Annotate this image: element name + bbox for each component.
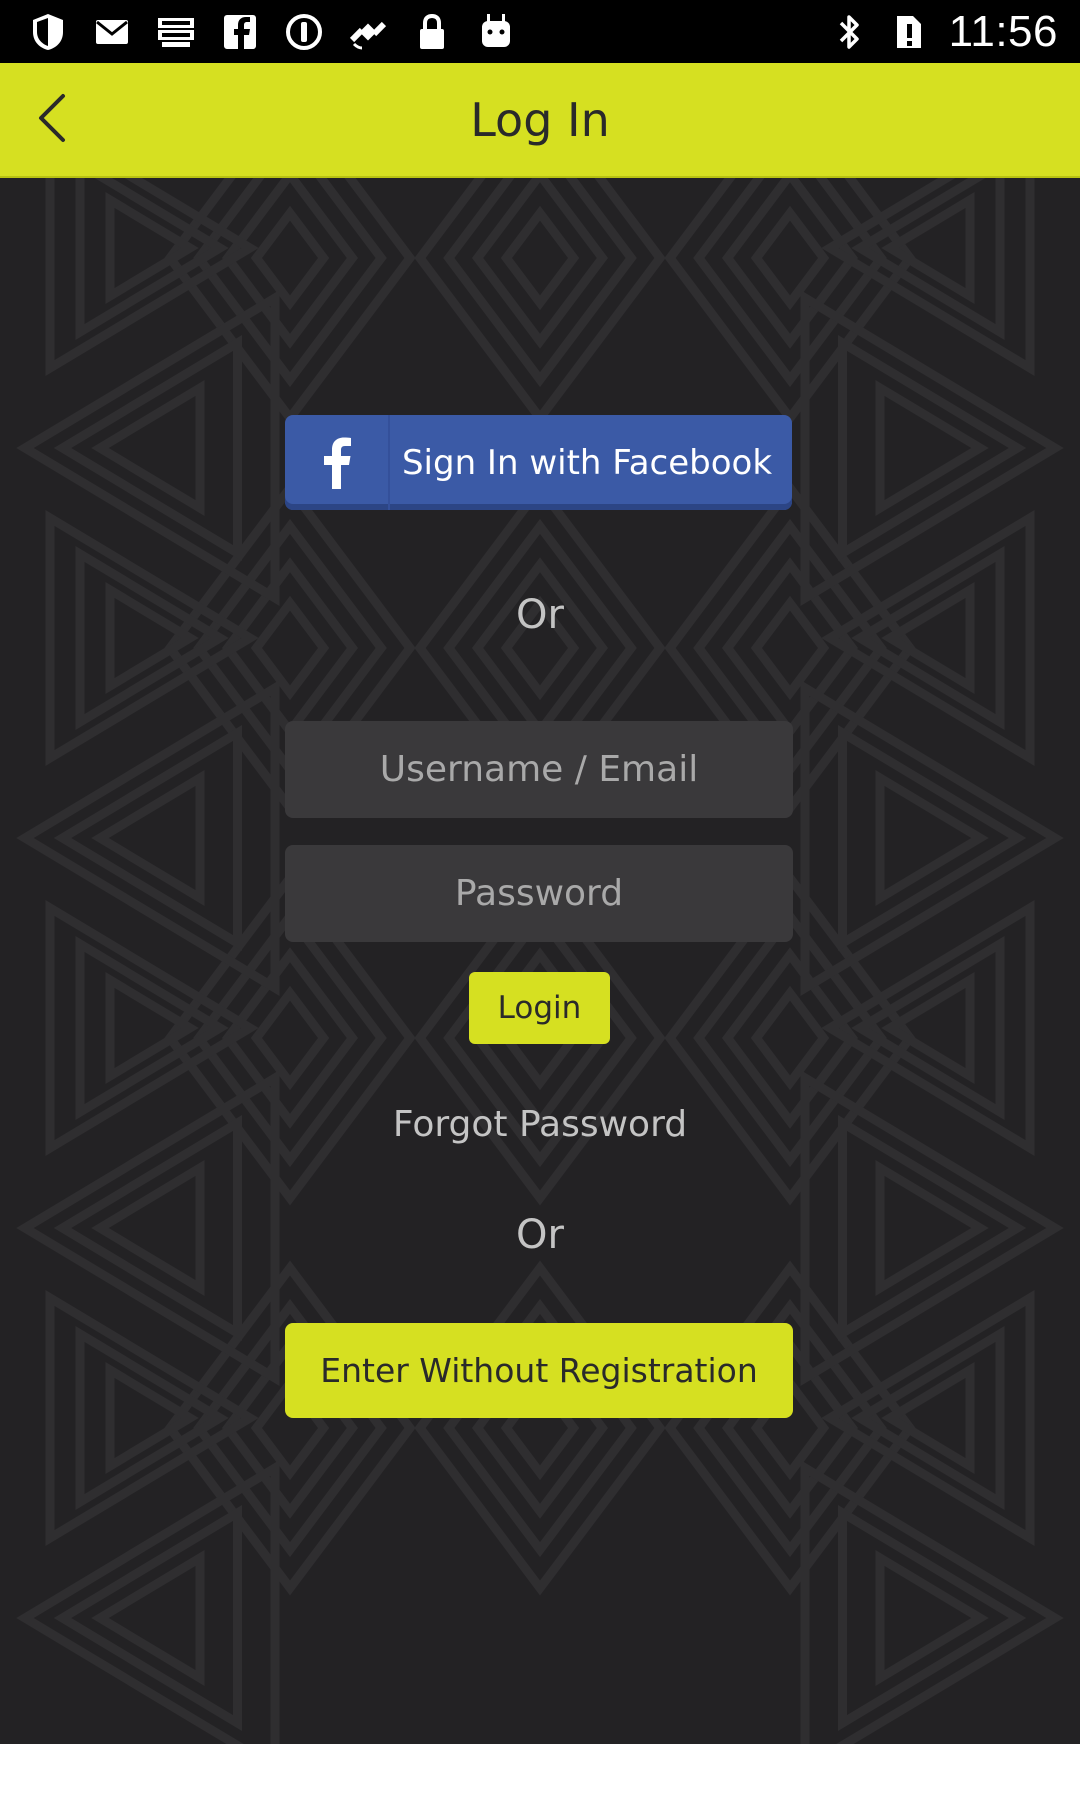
facebook-sign-in-button[interactable]: Sign In with Facebook <box>285 415 792 510</box>
circle-info-icon <box>284 12 324 52</box>
mail-icon <box>92 12 132 52</box>
no-sim-icon <box>889 12 929 52</box>
status-system-icons: 11:56 <box>829 7 1058 56</box>
username-email-input[interactable] <box>285 721 793 818</box>
password-input[interactable] <box>285 845 793 942</box>
android-icon <box>476 12 516 52</box>
facebook-button-label: Sign In with Facebook <box>401 442 773 483</box>
background-pattern <box>16 178 1064 1744</box>
status-time: 11:56 <box>948 7 1058 56</box>
page-title: Log In <box>470 93 610 147</box>
satellite-icon <box>348 12 388 52</box>
status-bar: 11:56 <box>0 0 1080 63</box>
bottom-white-area <box>0 1744 1080 1794</box>
login-content: Sign In with Facebook Or Login Forgot Pa… <box>0 178 1080 1744</box>
enter-without-registration-button[interactable]: Enter Without Registration <box>285 1323 793 1418</box>
login-button[interactable]: Login <box>469 972 610 1044</box>
status-notification-icons <box>28 10 516 54</box>
forgot-password-link[interactable]: Forgot Password <box>0 1104 1080 1145</box>
lock-icon <box>412 12 452 52</box>
app-bar: Log In <box>0 63 1080 178</box>
or-divider-top: Or <box>516 592 564 638</box>
or-divider-bottom: Or <box>516 1212 564 1258</box>
espn-dallas-icon <box>156 12 196 52</box>
bluetooth-icon <box>829 12 869 52</box>
facebook-icon <box>220 12 260 52</box>
shield-icon <box>28 12 68 52</box>
facebook-f-icon <box>285 415 390 510</box>
